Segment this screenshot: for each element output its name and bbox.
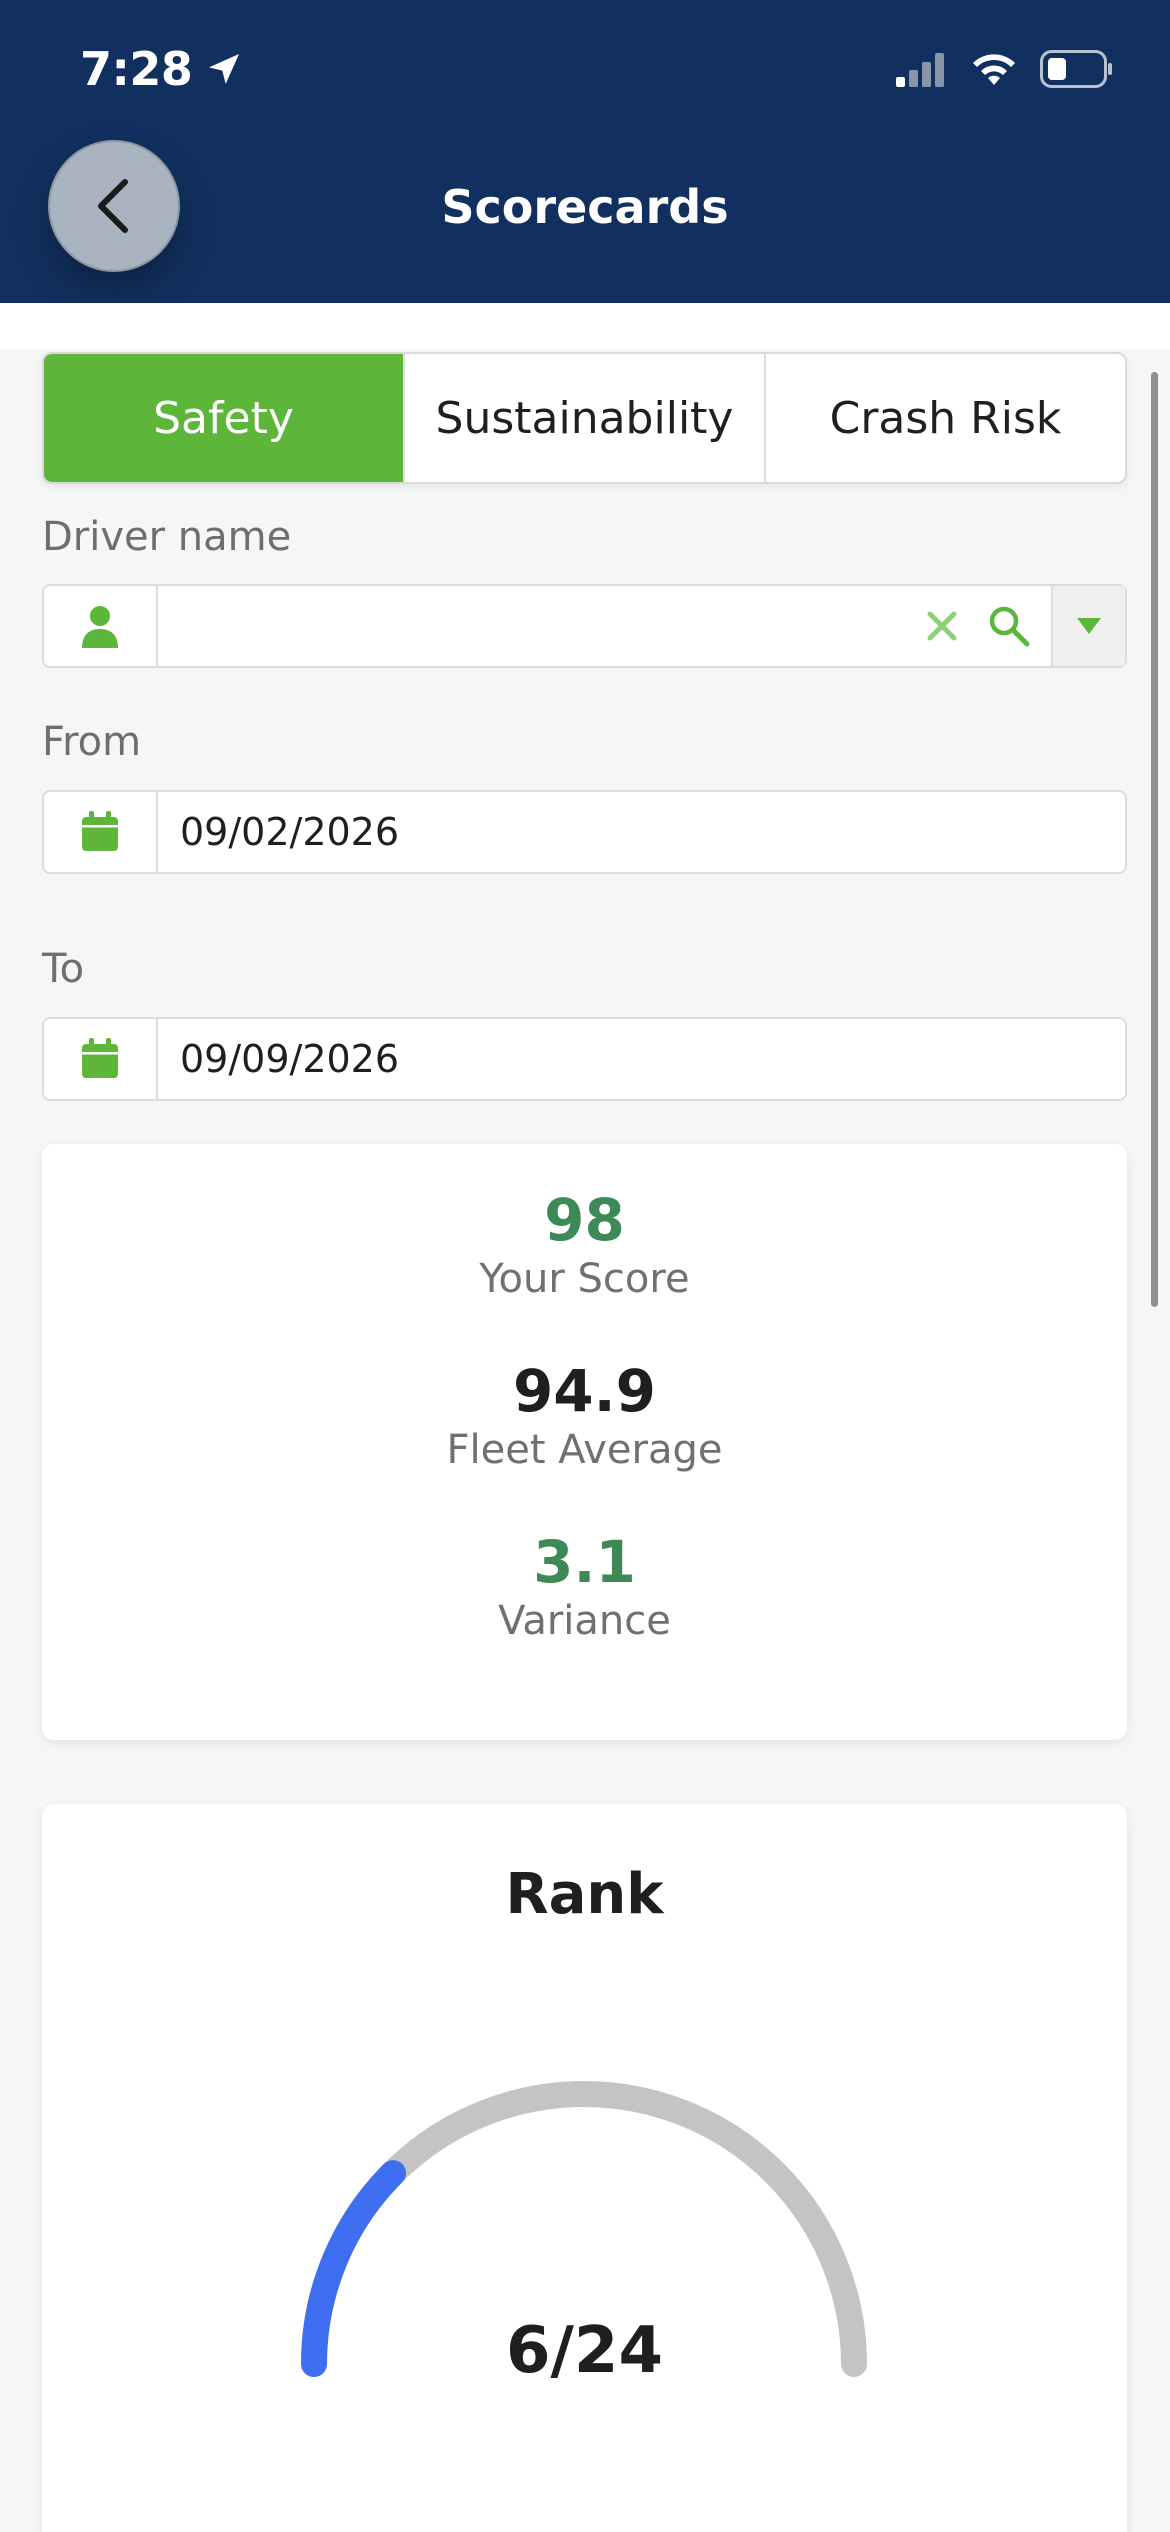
- tab-safety[interactable]: Safety: [44, 354, 405, 482]
- tab-sustainability[interactable]: Sustainability: [405, 354, 766, 482]
- search-icon[interactable]: [987, 604, 1031, 648]
- variance-label: Variance: [498, 1598, 671, 1644]
- status-time: 7:28: [80, 42, 244, 96]
- fleet-average-value: 94.9: [512, 1357, 657, 1425]
- driver-field-actions: [925, 586, 1051, 666]
- driver-name-input[interactable]: [158, 586, 925, 666]
- driver-name-field: [42, 584, 1127, 668]
- from-prefix: [44, 792, 158, 872]
- from-date-field[interactable]: 09/02/2026: [42, 790, 1127, 874]
- fleet-average-label: Fleet Average: [446, 1427, 723, 1473]
- to-date-field[interactable]: 09/09/2026: [42, 1017, 1127, 1101]
- scorecard-tabs: Safety Sustainability Crash Risk: [42, 352, 1127, 484]
- cellular-signal-icon: [896, 53, 944, 87]
- calendar-icon: [82, 811, 118, 851]
- wifi-icon: [973, 54, 1015, 85]
- score-summary-card: 98 Your Score 94.9 Fleet Average 3.1 Var…: [42, 1144, 1127, 1740]
- from-label: From: [42, 719, 142, 765]
- your-score-value: 98: [544, 1186, 625, 1254]
- status-icons: [896, 50, 1114, 88]
- app-header: 7:28 Scorecards: [0, 0, 1170, 303]
- from-date-value: 09/02/2026: [180, 810, 400, 854]
- variance-value: 3.1: [533, 1528, 636, 1596]
- your-score-metric: 98 Your Score: [42, 1186, 1127, 1302]
- clear-icon[interactable]: [925, 609, 959, 643]
- fleet-average-metric: 94.9 Fleet Average: [42, 1357, 1127, 1473]
- battery-icon: [1040, 50, 1112, 88]
- tab-crash-risk[interactable]: Crash Risk: [766, 354, 1125, 482]
- driver-prefix: [44, 586, 158, 666]
- rank-value: 6/24: [506, 2314, 663, 2388]
- variance-metric: 3.1 Variance: [42, 1528, 1127, 1644]
- calendar-icon: [82, 1038, 118, 1078]
- your-score-label: Your Score: [479, 1256, 690, 1302]
- to-label: To: [42, 946, 85, 992]
- to-prefix: [44, 1019, 158, 1099]
- driver-name-label: Driver name: [42, 514, 292, 560]
- location-arrow-icon: [209, 54, 240, 84]
- rank-card: Rank 6/24: [42, 1804, 1127, 2532]
- scrollbar[interactable]: [1151, 372, 1158, 1307]
- page-title: Scorecards: [441, 180, 729, 234]
- rank-gauge: [301, 2081, 867, 2377]
- header-divider: [0, 303, 1170, 349]
- person-icon: [82, 606, 118, 648]
- status-time-text: 7:28: [80, 42, 193, 96]
- to-date-value: 09/09/2026: [180, 1037, 400, 1081]
- driver-dropdown-button[interactable]: [1051, 586, 1125, 666]
- caret-down-icon: [1077, 618, 1101, 634]
